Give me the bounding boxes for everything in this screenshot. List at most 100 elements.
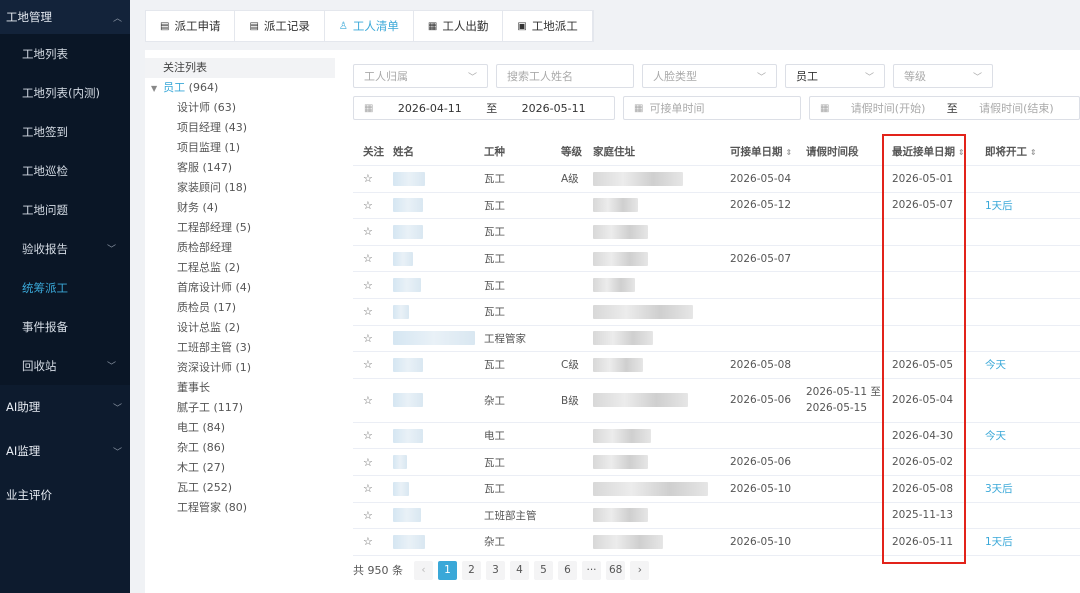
tab-label: 派工申请 [174,19,221,33]
available-time-input[interactable]: ▦ 可接单时间 [623,96,801,120]
table-row[interactable]: ☆ 瓦工 [353,219,1080,246]
follow-star-icon[interactable]: ☆ [363,279,373,292]
col-available[interactable]: 可接单日期 ⇕ [730,144,792,159]
page-button[interactable]: 3 [486,560,505,580]
table-row[interactable]: ☆ 瓦工 C级 2026-05-08 2026-05-05 今天 [353,352,1080,379]
sidebar-group-ai-assistant[interactable]: AI助理 ﹀ [0,385,130,429]
tree-node[interactable]: 家装顾问 (18) [145,178,335,198]
tree-node[interactable]: 项目监理 (1) [145,138,335,158]
next-page-icon[interactable]: › [630,560,650,580]
col-start[interactable]: 即将开工 ⇕ [985,144,1037,159]
follow-star-icon[interactable]: ☆ [363,252,373,265]
redacted-name [393,224,423,239]
sidebar-item-site-list-beta[interactable]: 工地列表(内测) [0,73,130,112]
follow-star-icon[interactable]: ☆ [363,456,373,469]
caret-down-icon[interactable]: ▼ [151,84,157,93]
sidebar-item-site-checkin[interactable]: 工地签到 [0,112,130,151]
tree-node[interactable]: 工程总监 (2) [145,258,335,278]
sidebar-item-dispatch[interactable]: 统筹派工 [0,268,130,307]
tab-dispatch-request[interactable]: ▤ 派工申请 [146,11,236,41]
tree-node[interactable]: 项目经理 (43) [145,118,335,138]
tab-site-dispatch[interactable]: ▣ 工地派工 [503,11,593,41]
sidebar-item-acceptance-report[interactable]: 验收报告 ﹀ [0,229,130,268]
table-row[interactable]: ☆ 瓦工 A级 2026-05-04 2026-05-01 [353,166,1080,193]
col-recent[interactable]: 最近接单日期 ⇕ [892,144,965,159]
tree-node[interactable]: 瓦工 (252) [145,478,335,498]
level-select[interactable]: 等级 ﹀ [893,64,993,88]
table-row[interactable]: ☆ 工班部主管 2025-11-13 [353,503,1080,530]
role-select[interactable]: 员工 ﹀ [785,64,885,88]
tree-node[interactable]: 设计师 (63) [145,98,335,118]
tree-node[interactable]: 首席设计师 (4) [145,278,335,298]
table-row[interactable]: ☆ 瓦工 2026-05-10 2026-05-08 3天后 [353,476,1080,503]
tree-root[interactable]: ▼ 员工 (964) [145,78,335,98]
tree-node[interactable]: 电工 (84) [145,418,335,438]
tree-node[interactable]: 工程部经理 (5) [145,218,335,238]
tree-node[interactable]: 腻子工 (117) [145,398,335,418]
face-type-select[interactable]: 人脸类型 ﹀ [642,64,777,88]
leave-range-picker[interactable]: ▦ 请假时间(开始) 至 请假时间(结束) [809,96,1080,120]
follow-star-icon[interactable]: ☆ [363,332,373,345]
sort-icon[interactable]: ⇕ [1030,148,1037,157]
page-button[interactable]: 4 [510,560,529,580]
name-cell [393,224,423,239]
type-cell: 瓦工 [484,306,505,319]
tree-node[interactable]: 财务 (4) [145,198,335,218]
follow-star-icon[interactable]: ☆ [363,358,373,371]
tree-node[interactable]: 资深设计师 (1) [145,358,335,378]
sort-icon[interactable]: ⇕ [786,148,793,157]
date-range-picker[interactable]: ▦ 2026-04-11 至 2026-05-11 [353,96,615,120]
sort-icon[interactable]: ⇕ [958,148,965,157]
prev-page-icon[interactable]: ‹ [414,560,433,580]
sidebar-item-recycle-bin[interactable]: 回收站 ﹀ [0,346,130,385]
follow-star-icon[interactable]: ☆ [363,509,373,522]
col-level: 等级 [561,146,582,158]
tab-worker-list[interactable]: ♙ 工人清单 [324,11,414,41]
table-row[interactable]: ☆ 工程管家 [353,326,1080,353]
table-row[interactable]: ☆ 瓦工 2026-05-06 2026-05-02 [353,449,1080,476]
sidebar-item-site-inspection[interactable]: 工地巡检 [0,151,130,190]
tree-node[interactable]: 工程管家 (80) [145,498,335,518]
table-row[interactable]: ☆ 瓦工 [353,272,1080,299]
tree-node[interactable]: 质检员 (17) [145,298,335,318]
tree-node[interactable]: 客服 (147) [145,158,335,178]
sidebar-group-site-management[interactable]: 工地管理 ︿ [0,0,130,34]
tab-worker-attendance[interactable]: ▦ 工人出勤 [414,11,504,41]
table-row[interactable]: ☆ 杂工 2026-05-10 2026-05-11 1天后 [353,529,1080,556]
table-row[interactable]: ☆ 瓦工 2026-05-07 [353,246,1080,273]
tree-node[interactable]: 木工 (27) [145,458,335,478]
table-row[interactable]: ☆ 瓦工 2026-05-12 2026-05-07 1天后 [353,193,1080,220]
page-button[interactable]: 5 [534,560,553,580]
tab-dispatch-record[interactable]: ▤ 派工记录 [235,11,325,41]
page-button[interactable]: ··· [582,560,601,580]
sidebar-item-site-list[interactable]: 工地列表 [0,34,130,73]
sidebar-item-site-issues[interactable]: 工地问题 [0,190,130,229]
table-row[interactable]: ☆ 瓦工 [353,299,1080,326]
follow-star-icon[interactable]: ☆ [363,429,373,442]
tree-node[interactable]: 董事长 [145,378,335,398]
page-button[interactable]: 2 [462,560,481,580]
tree-node[interactable]: 工班部主管 (3) [145,338,335,358]
follow-star-icon[interactable]: ☆ [363,305,373,318]
follow-star-icon[interactable]: ☆ [363,225,373,238]
tree-node[interactable]: 质检部经理 [145,238,335,258]
worker-name-search-input[interactable]: 搜索工人姓名 [496,64,634,88]
follow-star-icon[interactable]: ☆ [363,172,373,185]
page-button[interactable]: 1 [438,560,457,580]
tree-node[interactable]: 设计总监 (2) [145,318,335,338]
sidebar-group-ai-supervision[interactable]: AI监理 ﹀ [0,429,130,473]
worker-belong-select[interactable]: 工人归属 ﹀ [353,64,488,88]
available-cell: 2026-05-07 [730,252,792,265]
page-button[interactable]: 68 [606,560,626,580]
follow-star-icon[interactable]: ☆ [363,394,373,407]
follow-star-icon[interactable]: ☆ [363,199,373,212]
sidebar-group-owner-review[interactable]: 业主评价 [0,473,130,517]
page-button[interactable]: 6 [558,560,577,580]
sidebar-item-event-report[interactable]: 事件报备 [0,307,130,346]
tree-node[interactable]: 杂工 (86) [145,438,335,458]
table-row[interactable]: ☆ 杂工 B级 2026-05-06 2026-05-11 至 2026-05-15 20… [353,379,1080,423]
table-row[interactable]: ☆ 电工 2026-04-30 今天 [353,423,1080,450]
follow-star-icon[interactable]: ☆ [363,535,373,548]
follow-star-icon[interactable]: ☆ [363,482,373,495]
tree-header[interactable]: 关注列表 [145,58,335,78]
